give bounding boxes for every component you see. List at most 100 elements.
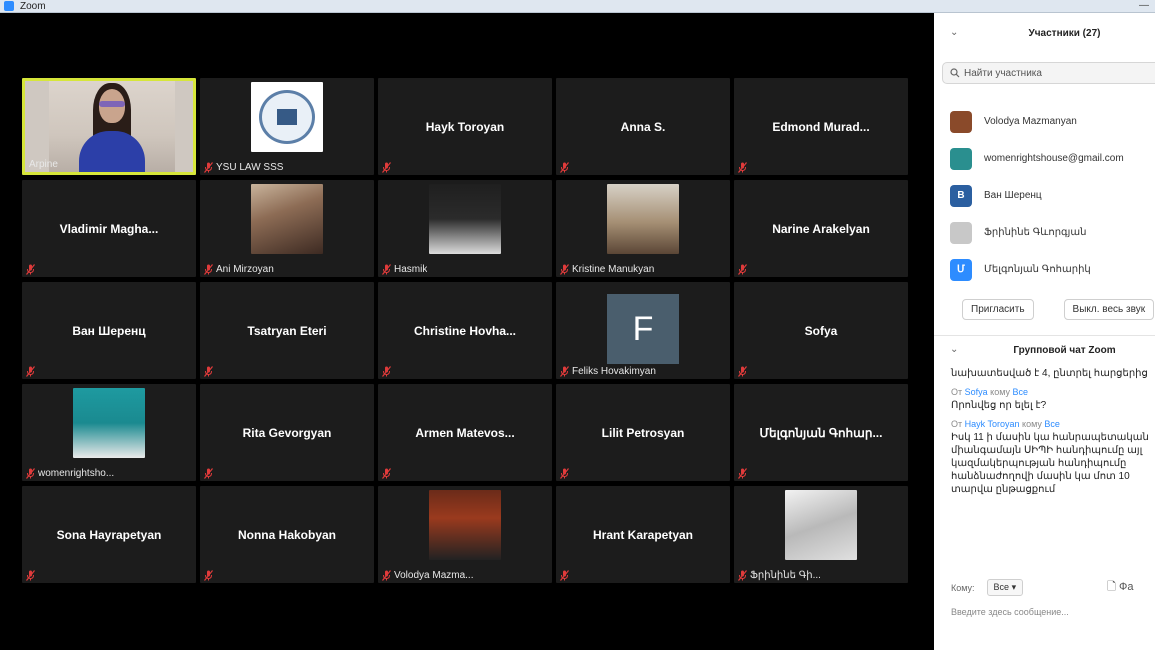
avatar [950,221,972,244]
participant-row[interactable]: Մ Մելգոնյան Գոհարիկ [934,251,1155,288]
participant-photo [251,184,323,254]
participant-caption-name: Kristine Manukyan [572,264,655,275]
mic-muted-icon [204,264,213,275]
participant-name: Մելգոնյան Գոհար... [759,425,883,440]
chat-input[interactable]: Введите здесь сообщение... [951,607,1155,617]
participant-caption: YSU LAW SSS [204,162,283,173]
mic-muted-icon [26,264,35,275]
chat-title: Групповой чат Zoom [1013,345,1116,356]
participant-tile[interactable]: Hasmik [378,180,552,277]
participant-tile[interactable]: Ֆրինինե Գի... [734,486,908,583]
participant-name: Narine Arakelyan [772,221,870,236]
chat-sender[interactable]: Sofya [965,387,988,397]
participant-caption-name: YSU LAW SSS [216,162,284,173]
chat-input-placeholder: Введите здесь сообщение... [951,607,1069,617]
minimize-icon[interactable]: — [1139,0,1149,11]
participant-tile[interactable]: Vladimir Magha... [22,180,196,277]
participant-tile[interactable]: Arpine [22,78,196,175]
participant-caption [560,162,569,173]
participant-tile[interactable]: Ani Mirzoyan [200,180,374,277]
zoom-icon [4,1,14,11]
participant-caption-name: Ani Mirzoyan [216,264,274,275]
chat-to-label: кому [990,387,1011,397]
chat-from-label: От [951,387,963,397]
recipient-select[interactable]: Все ▾ [986,579,1024,596]
chat-sender[interactable]: Hayk Toroyan [965,419,1020,429]
participant-tile[interactable]: Lilit Petrosyan [556,384,730,481]
participant-tile[interactable]: Armen Matevos... [378,384,552,481]
search-input[interactable]: Найти участника [942,62,1155,84]
participant-caption [26,366,35,377]
participant-row-name: Ван Шеренц [984,190,1042,201]
participant-row-name: womenrightshouse@gmail.com [984,153,1124,164]
file-icon[interactable]: 🗋 Фа [1107,578,1133,597]
participant-tile[interactable]: Nonna Hakobyan [200,486,374,583]
participant-tile[interactable]: Hrant Karapetyan [556,486,730,583]
participant-tile[interactable]: Anna S. [556,78,730,175]
participant-photo [785,490,857,560]
participant-tile[interactable]: Hayk Toroyan [378,78,552,175]
participant-row[interactable]: Volodya Mazmanyan [934,103,1155,140]
participant-tile[interactable]: Narine Arakelyan [734,180,908,277]
participant-tile[interactable]: F Feliks Hovakimyan [556,282,730,379]
participant-tile[interactable]: Kristine Manukyan [556,180,730,277]
participant-tile[interactable]: Ван Шеренц [22,282,196,379]
participant-caption: Kristine Manukyan [560,264,654,275]
avatar [950,110,972,133]
participant-tile[interactable]: Rita Gevorgyan [200,384,374,481]
participant-video [49,81,175,172]
mic-muted-icon [204,366,213,377]
sidebar: ⌄ Участники (27) Найти участника Volodya… [934,13,1155,650]
participant-tile[interactable]: Sofya [734,282,908,379]
participant-name: Armen Matevos... [415,425,515,440]
participant-tile[interactable]: YSU LAW SSS [200,78,374,175]
participant-caption [204,570,213,581]
participant-name: Hrant Karapetyan [592,527,694,542]
participant-photo [607,184,679,254]
mic-muted-icon [560,264,569,275]
mic-muted-icon [738,468,747,479]
participant-caption: Ani Mirzoyan [204,264,274,275]
participant-caption [382,468,391,479]
participant-caption-name: womenrightsho... [38,468,115,479]
participant-row[interactable]: Ֆրինինե Գևորգյան [934,214,1155,251]
mic-muted-icon [382,264,391,275]
mic-muted-icon [738,162,747,173]
participant-actions: Пригласить Выкл. весь звук [934,299,1155,320]
chat-message: От Sofya кому Все Որոնվեց որ ելել է? [951,386,1155,412]
chat-text: Իսկ 11 ի մասին կա հանրապետական միանգամայ… [951,432,1149,495]
participant-photo [429,184,501,254]
participants-title: Участники (27) [1028,28,1101,39]
participant-logo [251,82,323,152]
participant-caption [560,468,569,479]
participant-name: Tsatryan Eteri [247,323,327,338]
recipient-value: Все [993,582,1010,592]
participant-caption [560,570,569,581]
chat-recipient[interactable]: Все [1044,419,1060,429]
chat-message: նախատեսված է 4, ընտրել հարցերից [951,367,1155,380]
chat-text: Որոնվեց որ ելել է? [951,400,1047,411]
participant-tile[interactable]: Sona Hayrapetyan [22,486,196,583]
participant-tile[interactable]: Edmond Murad... [734,78,908,175]
mic-muted-icon [204,570,213,581]
mic-muted-icon [738,264,747,275]
chat-recipient[interactable]: Все [1013,387,1029,397]
participant-photo [73,388,145,458]
invite-button[interactable]: Пригласить [962,299,1034,320]
participant-tile[interactable]: womenrightsho... [22,384,196,481]
participant-name: Christine Hovha... [413,323,517,338]
mute-all-button[interactable]: Выкл. весь звук [1063,299,1155,320]
participant-caption [382,366,391,377]
chat-text: նախատեսված է 4, ընտրել հարցերից [951,368,1148,379]
participant-tile[interactable]: Tsatryan Eteri [200,282,374,379]
participant-row[interactable]: В Ван Шеренц [934,177,1155,214]
participant-tile[interactable]: Մելգոնյան Գոհար... [734,384,908,481]
participant-tile[interactable]: Christine Hovha... [378,282,552,379]
participant-tile[interactable]: Volodya Mazma... [378,486,552,583]
participant-photo [429,490,501,560]
mic-muted-icon [204,468,213,479]
avatar: Մ [950,258,972,281]
participant-caption-name: Hasmik [394,264,428,275]
mic-muted-icon [560,162,569,173]
participant-row[interactable]: womenrightshouse@gmail.com [934,140,1155,177]
